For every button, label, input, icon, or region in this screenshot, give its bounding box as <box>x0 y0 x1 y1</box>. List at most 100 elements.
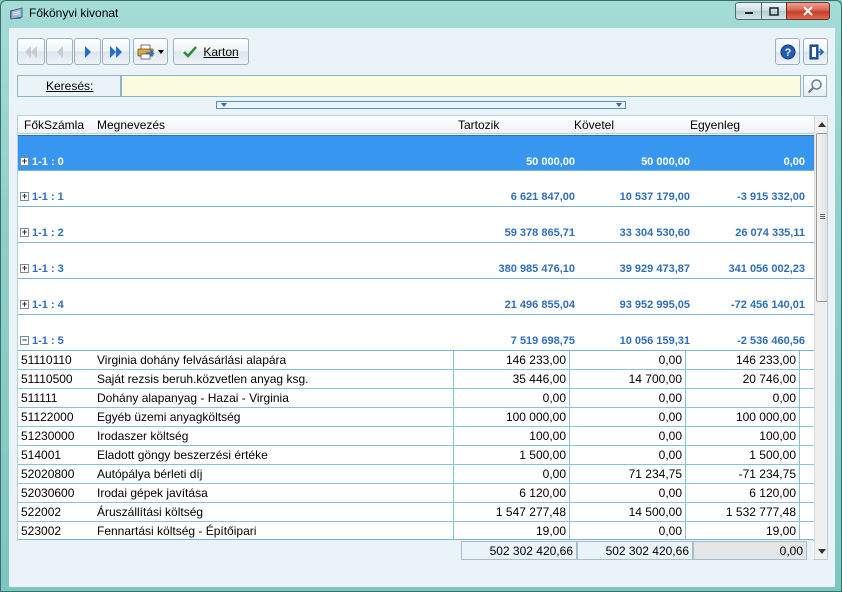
title-bar[interactable]: Főkönyvi kivonat <box>1 1 841 27</box>
maximize-button[interactable] <box>761 2 787 20</box>
first-record-icon <box>25 45 37 58</box>
column-header-tartozik[interactable]: Tartozik <box>458 118 499 132</box>
printer-icon <box>137 44 155 59</box>
splitter-arrow-icon <box>221 103 227 107</box>
group-name: 1-1 : 1 <box>32 191 64 203</box>
minimize-button[interactable] <box>735 2 762 20</box>
collapse-icon[interactable]: − <box>20 336 29 345</box>
group-row[interactable]: +1-1 : 1 6 621 847,00 10 537 179,00 -3 915 … <box>18 171 814 207</box>
column-header-megnevezes[interactable]: Megnevezés <box>97 118 165 132</box>
table-row[interactable]: 51122000 Egyéb üzemi anyagköltség 100 000,… <box>18 408 814 427</box>
table-row[interactable]: 51230000 Irodaszer költség 100,00 0,00 100,0… <box>18 427 814 446</box>
cell-nev: Egyéb üzemi anyagköltség <box>94 408 454 427</box>
group-name: 1-1 : 5 <box>32 335 64 347</box>
exit-door-icon <box>809 44 824 59</box>
cell-egyenleg: 1 500,00 <box>686 446 800 465</box>
total-tartozik: 502 302 420,66 <box>461 541 577 560</box>
group-row[interactable]: −1-1 : 5 7 519 698,75 10 056 159,31 -2 536 … <box>18 315 814 351</box>
cell-egyenleg: 146 233,00 <box>686 351 800 370</box>
group-kovetel: 93 952 995,05 <box>619 299 690 311</box>
cell-szamla: 51110500 <box>21 372 73 386</box>
exit-button[interactable] <box>803 38 828 65</box>
cell-nev: Irodai gépek javítása <box>94 484 454 503</box>
group-row[interactable]: +1-1 : 3 380 985 476,10 39 929 473,87 341 0… <box>18 243 814 279</box>
table-row[interactable]: 514001 Eladott göngy beszerzési értéke 1 5… <box>18 446 814 465</box>
group-row[interactable]: +1-1 : 4 21 496 855,04 93 952 995,05 -72 45… <box>18 279 814 315</box>
chevron-down-icon <box>157 49 164 54</box>
cell-tartozik: 100 000,00 <box>454 408 570 427</box>
group-egyenleg: -3 915 332,00 <box>737 191 805 203</box>
table-row[interactable]: 52020800 Autópálya bérleti díj 0,00 71 234,… <box>18 465 814 484</box>
table-row[interactable]: 51110500 Saját rezsis beruh.közvetlen any… <box>18 370 814 389</box>
totals-footer: 502 302 420,66 502 302 420,66 0,00 <box>17 539 813 560</box>
group-tartozik: 21 496 855,04 <box>504 299 575 311</box>
column-header-fokszamla[interactable]: FőkSzámla <box>24 118 84 132</box>
last-record-button[interactable] <box>102 38 130 65</box>
cell-szamla: 52030600 <box>21 486 75 500</box>
column-header-kovetel[interactable]: Követel <box>574 118 614 132</box>
scrollbar-thumb[interactable] <box>816 133 827 302</box>
expand-icon[interactable]: + <box>20 157 29 166</box>
search-input[interactable] <box>121 75 801 97</box>
last-record-icon <box>110 45 122 58</box>
previous-record-button[interactable] <box>46 38 73 65</box>
cell-tartozik: 0,00 <box>454 389 570 408</box>
print-menu-button[interactable] <box>133 38 168 65</box>
cell-kovetel: 71 234,75 <box>570 465 686 484</box>
group-egyenleg: 0,00 <box>783 156 805 168</box>
cell-kovetel: 14 500,00 <box>570 503 686 522</box>
cell-egyenleg: 1 532 777,48 <box>686 503 800 522</box>
cell-tartozik: 6 120,00 <box>454 484 570 503</box>
search-bar: Keresés: <box>17 75 827 98</box>
karton-button[interactable]: Karton <box>173 38 249 65</box>
cell-egyenleg: -71 234,75 <box>686 465 800 484</box>
search-button[interactable] <box>803 75 827 97</box>
help-icon: ? <box>780 44 795 59</box>
cell-szamla: 514001 <box>21 448 62 462</box>
expand-icon[interactable]: + <box>20 264 29 273</box>
expand-icon[interactable]: + <box>20 300 29 309</box>
next-record-button[interactable] <box>74 38 101 65</box>
cell-szamla: 522002 <box>21 505 62 519</box>
search-icon <box>807 79 822 94</box>
group-kovetel: 50 000,00 <box>641 156 690 168</box>
search-label: Keresés: <box>17 75 121 97</box>
group-kovetel: 33 304 530,60 <box>619 227 690 239</box>
table-row[interactable]: 511111 Dohány alapanyag - Hazai - Virgini… <box>18 389 814 408</box>
group-name: 1-1 : 2 <box>32 227 64 239</box>
minimize-icon <box>744 12 753 14</box>
main-panel: Karton ? Keresés: FőkSzámla Megnevezés T… <box>9 28 835 587</box>
close-button[interactable] <box>786 2 830 20</box>
first-record-button[interactable] <box>17 38 45 65</box>
ledger-grid: FőkSzámla Megnevezés Tartozik Követel Eg… <box>17 115 828 560</box>
group-egyenleg: -2 536 460,56 <box>737 335 805 347</box>
table-row[interactable]: 522002 Áruszállítási költség 1 547 277,48 1… <box>18 503 814 522</box>
table-row[interactable]: 52030600 Irodai gépek javítása 6 120,00 0,0… <box>18 484 814 503</box>
group-egyenleg: 341 056 002,23 <box>728 263 805 275</box>
group-row[interactable]: +1-1 : 0 50 000,00 50 000,00 0,00 <box>18 135 814 171</box>
table-row[interactable]: 51110110 Virginia dohány felvásárlási ala… <box>18 351 814 370</box>
cell-tartozik: 0,00 <box>454 465 570 484</box>
column-header-egyenleg[interactable]: Egyenleg <box>690 118 740 132</box>
app-window: Főkönyvi kivonat Karton ? Keresés: FőkSz… <box>0 0 842 592</box>
splitter-arrow-icon <box>616 103 622 107</box>
group-tartozik: 380 985 476,10 <box>498 263 575 275</box>
group-name: 1-1 : 4 <box>32 299 64 311</box>
group-row[interactable]: +1-1 : 2 59 378 865,71 33 304 530,60 26 074… <box>18 207 814 243</box>
scroll-up-icon[interactable] <box>815 116 827 132</box>
cell-nev: Áruszállítási költség <box>94 503 454 522</box>
vertical-scrollbar[interactable] <box>814 116 827 559</box>
group-kovetel: 39 929 473,87 <box>619 263 690 275</box>
expand-icon[interactable]: + <box>20 228 29 237</box>
group-egyenleg: -72 456 140,01 <box>730 299 805 311</box>
help-button[interactable]: ? <box>775 38 800 65</box>
cell-tartozik: 35 446,00 <box>454 370 570 389</box>
collapse-splitter[interactable] <box>216 101 626 109</box>
app-icon <box>10 7 23 20</box>
group-tartozik: 50 000,00 <box>526 156 575 168</box>
group-kovetel: 10 056 159,31 <box>619 335 690 347</box>
expand-icon[interactable]: + <box>20 192 29 201</box>
scroll-down-icon[interactable] <box>815 543 827 559</box>
total-egyenleg: 0,00 <box>693 541 807 560</box>
cell-nev: Eladott göngy beszerzési értéke <box>94 446 454 465</box>
